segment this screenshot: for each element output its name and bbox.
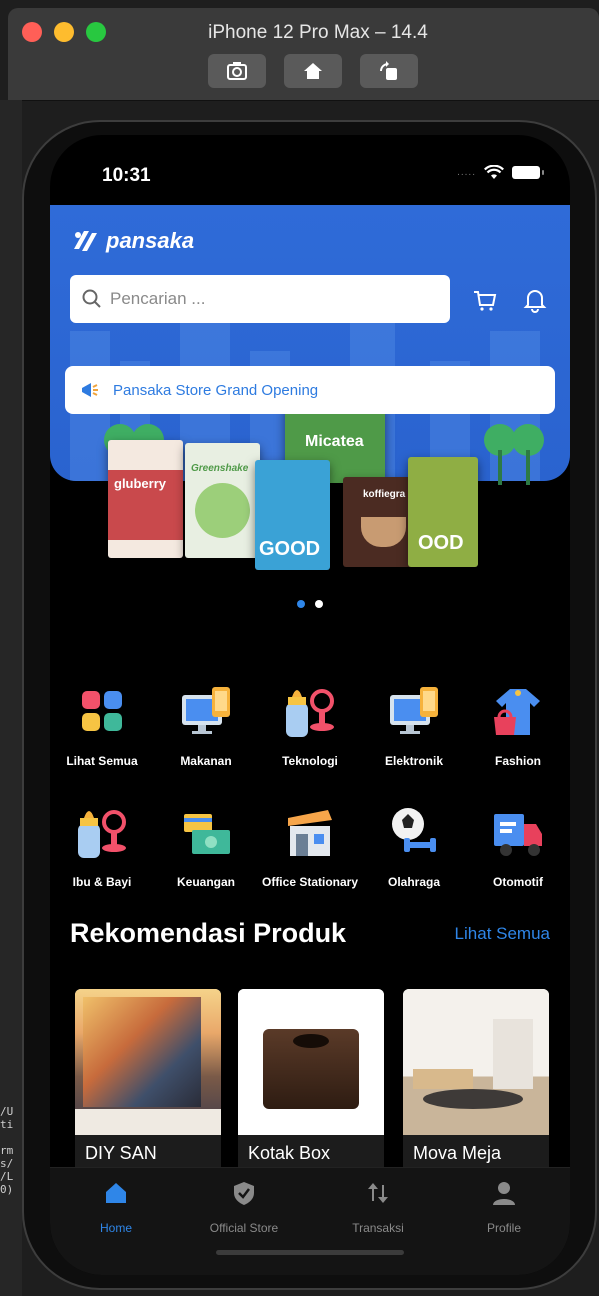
simulator-titlebar: iPhone 12 Pro Max – 14.4 xyxy=(8,8,599,101)
tab-official-store[interactable]: Official Store xyxy=(192,1180,296,1235)
phone-screen: 10:31 ..... pansaka Pencarian ... Pansak… xyxy=(50,135,570,1275)
screenshot-button[interactable] xyxy=(208,54,266,88)
truck-icon xyxy=(494,814,542,856)
rotate-button[interactable] xyxy=(360,54,418,88)
product-gluberry: gluberry xyxy=(108,440,183,558)
cart-icon[interactable] xyxy=(472,287,498,313)
category-teknologi[interactable]: Teknologi xyxy=(258,683,362,769)
baby-bottle-icon xyxy=(78,810,126,858)
category-ibu-bayi[interactable]: Ibu & Bayi xyxy=(50,804,154,890)
status-icons: ..... xyxy=(457,165,544,180)
money-icon xyxy=(184,814,230,854)
terminal-text: /U ti rm s/ /L 0) xyxy=(0,1105,14,1196)
grid-icon xyxy=(82,691,122,731)
monitor-icon xyxy=(182,687,230,734)
battery-icon xyxy=(512,166,544,179)
carousel-dot[interactable] xyxy=(315,600,323,608)
search-input[interactable]: Pencarian ... xyxy=(70,275,450,323)
product-image-room-table xyxy=(403,989,549,1135)
category-office-stationary[interactable]: Office Stationary xyxy=(258,804,362,890)
product-card[interactable]: DIY SAN xyxy=(75,989,221,1174)
home-icon xyxy=(304,63,322,79)
signal-dots: ..... xyxy=(457,167,476,178)
sports-icon xyxy=(392,808,436,852)
product-good: GOOD xyxy=(255,460,330,570)
zoom-window-button[interactable] xyxy=(86,22,106,42)
see-all-link[interactable]: Lihat Semua xyxy=(455,924,550,944)
category-keuangan[interactable]: Keuangan xyxy=(154,804,258,890)
recommendations-title: Rekomendasi Produk xyxy=(70,918,347,948)
product-ood: OOD xyxy=(408,457,478,567)
carousel-dots xyxy=(50,600,570,608)
tab-home[interactable]: Home xyxy=(64,1180,168,1235)
notch xyxy=(183,135,437,185)
minimize-window-button[interactable] xyxy=(54,22,74,42)
search-icon xyxy=(82,289,101,308)
close-window-button[interactable] xyxy=(22,22,42,42)
baby-bottle-icon xyxy=(286,689,334,737)
category-otomotif[interactable]: Otomotif xyxy=(466,804,570,890)
search-placeholder: Pencarian ... xyxy=(110,289,206,308)
tab-transaksi[interactable]: Transaksi xyxy=(326,1180,430,1235)
home-button[interactable] xyxy=(284,54,342,88)
category-makanan[interactable]: Makanan xyxy=(154,683,258,769)
promo-banner[interactable]: Pansaka Store Grand Opening xyxy=(65,366,555,414)
wifi-icon xyxy=(484,165,504,179)
user-icon xyxy=(493,1182,515,1205)
brand-name: pansaka xyxy=(106,228,195,253)
simulator-title: iPhone 12 Pro Max – 14.4 xyxy=(208,22,428,43)
category-elektronik[interactable]: Elektronik xyxy=(362,683,466,769)
tab-profile[interactable]: Profile xyxy=(452,1180,556,1235)
product-card[interactable]: Kotak Box xyxy=(238,989,384,1174)
product-image-wooden-box xyxy=(238,989,384,1135)
transfer-icon xyxy=(368,1183,388,1203)
shield-icon xyxy=(234,1182,254,1205)
pansaka-logo: pansaka xyxy=(70,227,194,255)
carousel-dot-active[interactable] xyxy=(297,600,305,608)
pansaka-logo-icon xyxy=(74,231,97,251)
category-lihat-semua[interactable]: Lihat Semua xyxy=(50,683,154,769)
product-card[interactable]: Mova Meja xyxy=(403,989,549,1174)
bottom-tab-bar: Home Official Store Transaksi Profile xyxy=(50,1167,570,1275)
store-icon xyxy=(288,810,332,856)
bell-icon[interactable] xyxy=(522,287,548,313)
category-fashion[interactable]: Fashion xyxy=(466,683,570,769)
home-indicator xyxy=(216,1250,404,1255)
category-olahraga[interactable]: Olahraga xyxy=(362,804,466,890)
product-greenshake: Greenshake xyxy=(185,443,260,558)
home-icon xyxy=(106,1183,126,1203)
tree-illustration xyxy=(484,424,544,485)
screenshot-icon xyxy=(227,62,247,80)
clothes-icon xyxy=(494,689,540,735)
megaphone-icon xyxy=(82,383,98,397)
promo-text: Pansaka Store Grand Opening xyxy=(113,381,319,399)
status-time: 10:31 xyxy=(102,165,151,186)
rotate-icon xyxy=(380,61,397,80)
monitor-icon xyxy=(390,687,438,734)
product-image-painting xyxy=(75,989,221,1135)
